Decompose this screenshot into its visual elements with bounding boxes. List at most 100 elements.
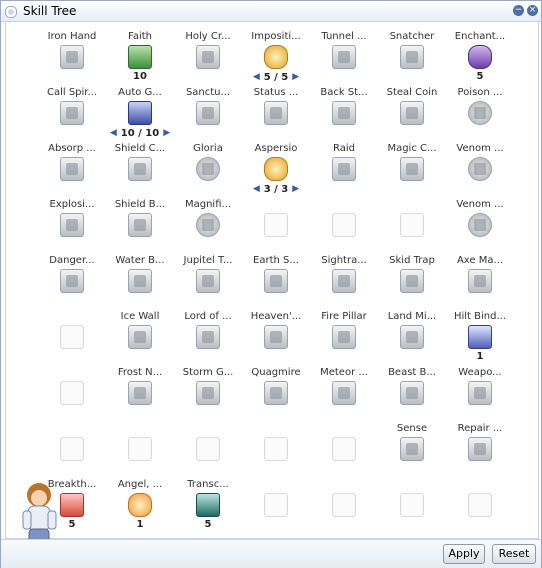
empty-skill-slot[interactable]	[310, 479, 378, 517]
storm-gust-icon[interactable]	[196, 381, 220, 405]
holy-cross-icon[interactable]	[196, 45, 220, 69]
skill-angel[interactable]: Angel, ... 1	[106, 479, 174, 531]
skill-status-recovery[interactable]: Status ...	[242, 87, 310, 125]
decrease-level-icon[interactable]: ◀	[253, 183, 260, 195]
empty-slot-icon[interactable]	[196, 437, 220, 461]
skill-repair-weapon[interactable]: Repair ...	[446, 423, 514, 461]
empty-slot-icon[interactable]	[264, 493, 288, 517]
empty-slot-icon[interactable]	[264, 213, 288, 237]
aspersio-icon[interactable]	[264, 157, 288, 181]
skill-skid-trap[interactable]: Skid Trap	[378, 255, 446, 293]
empty-skill-slot[interactable]	[106, 423, 174, 461]
skill-transcendence[interactable]: Transc... 5	[174, 479, 242, 531]
earth-spike-icon[interactable]	[264, 269, 288, 293]
skill-raid[interactable]: Raid	[310, 143, 378, 181]
steal-coin-icon[interactable]	[400, 101, 424, 125]
skill-lord-of-vermilion[interactable]: Lord of ...	[174, 311, 242, 349]
skill-magic-crasher[interactable]: Magic C...	[378, 143, 446, 181]
sense-icon[interactable]	[400, 437, 424, 461]
empty-slot-icon[interactable]	[332, 437, 356, 461]
skill-faith[interactable]: Faith 10	[106, 31, 174, 83]
empty-skill-slot[interactable]	[310, 199, 378, 237]
frost-nova-icon[interactable]	[128, 381, 152, 405]
jupitel-thunder-icon[interactable]	[196, 269, 220, 293]
land-mine-icon[interactable]	[400, 325, 424, 349]
empty-slot-icon[interactable]	[332, 493, 356, 517]
absorb-icon[interactable]	[60, 157, 84, 181]
venom-icon[interactable]	[468, 157, 492, 181]
skill-storm-gust[interactable]: Storm G...	[174, 367, 242, 405]
skill-heavens-drive[interactable]: Heaven'...	[242, 311, 310, 349]
shield-charge-icon[interactable]	[128, 157, 152, 181]
fist-icon[interactable]	[60, 45, 84, 69]
empty-skill-slot[interactable]	[242, 423, 310, 461]
weapon-perfection-icon[interactable]	[468, 381, 492, 405]
minimize-icon[interactable]: −	[513, 5, 524, 16]
empty-slot-icon[interactable]	[128, 437, 152, 461]
heavens-drive-icon[interactable]	[264, 325, 288, 349]
empty-skill-slot[interactable]	[446, 479, 514, 517]
empty-skill-slot[interactable]	[174, 423, 242, 461]
empty-slot-icon[interactable]	[60, 381, 84, 405]
venom-splasher-icon[interactable]	[468, 213, 492, 237]
skid-trap-icon[interactable]	[400, 269, 424, 293]
skill-holy-cross[interactable]: Holy Cr...	[174, 31, 242, 69]
auto-guard-icon[interactable]	[128, 101, 152, 125]
skill-water-ball[interactable]: Water B...	[106, 255, 174, 293]
skill-beast-bane[interactable]: Beast B...	[378, 367, 446, 405]
skill-steal-coin[interactable]: Steal Coin	[378, 87, 446, 125]
empty-slot-icon[interactable]	[60, 437, 84, 461]
skill-poison[interactable]: Poison ...	[446, 87, 514, 125]
call-spirit-icon[interactable]	[60, 101, 84, 125]
skill-fire-pillar[interactable]: Fire Pillar	[310, 311, 378, 349]
title-bar[interactable]: Skill Tree − ×	[1, 1, 541, 22]
skill-earth-spike[interactable]: Earth S...	[242, 255, 310, 293]
skill-hilt-binding[interactable]: Hilt Bind... 1	[446, 311, 514, 363]
empty-skill-slot[interactable]	[242, 199, 310, 237]
skill-sense[interactable]: Sense	[378, 423, 446, 461]
imposition-icon[interactable]	[264, 45, 288, 69]
skill-tunnel-drive[interactable]: Tunnel ...	[310, 31, 378, 69]
skill-enchant[interactable]: Enchant... 5	[446, 31, 514, 83]
skill-jupitel-thunder[interactable]: Jupitel T...	[174, 255, 242, 293]
empty-skill-slot[interactable]	[38, 423, 106, 461]
skill-back-stab[interactable]: Back St...	[310, 87, 378, 125]
skill-aspersio[interactable]: Aspersio ◀ 3 / 3 ▶	[242, 143, 310, 195]
sightrasher-icon[interactable]	[332, 269, 356, 293]
skill-frost-nova[interactable]: Frost N...	[106, 367, 174, 405]
skill-quagmire[interactable]: Quagmire	[242, 367, 310, 405]
close-icon[interactable]: ×	[527, 5, 538, 16]
reset-button[interactable]: Reset	[492, 544, 536, 564]
skill-imposition[interactable]: Impositi... ◀ 5 / 5 ▶	[242, 31, 310, 83]
quagmire-icon[interactable]	[264, 381, 288, 405]
skill-sanctuary[interactable]: Sanctu...	[174, 87, 242, 125]
empty-skill-slot[interactable]	[310, 423, 378, 461]
raid-icon[interactable]	[332, 157, 356, 181]
skill-auto-guard[interactable]: Auto G... ◀ 10 / 10 ▶	[106, 87, 174, 139]
empty-skill-slot[interactable]	[378, 479, 446, 517]
skill-fist[interactable]: Iron Hand	[38, 31, 106, 69]
skill-venom-splasher[interactable]: Venom ...	[446, 199, 514, 237]
empty-slot-icon[interactable]	[264, 437, 288, 461]
lord-of-vermilion-icon[interactable]	[196, 325, 220, 349]
repair-weapon-icon[interactable]	[468, 437, 492, 461]
skill-absorb[interactable]: Absorp ...	[38, 143, 106, 181]
shield-boomerang-icon[interactable]	[128, 213, 152, 237]
magnificat-icon[interactable]	[196, 213, 220, 237]
magic-crasher-icon[interactable]	[400, 157, 424, 181]
skill-shield-charge[interactable]: Shield C...	[106, 143, 174, 181]
skill-sightrasher[interactable]: Sightra...	[310, 255, 378, 293]
skill-weapon-perfection[interactable]: Weapo...	[446, 367, 514, 405]
hilt-binding-icon[interactable]	[468, 325, 492, 349]
skill-danger[interactable]: Danger...	[38, 255, 106, 293]
tunnel-drive-icon[interactable]	[332, 45, 356, 69]
increase-level-icon[interactable]: ▶	[163, 127, 170, 139]
decrease-level-icon[interactable]: ◀	[253, 71, 260, 83]
snatcher-icon[interactable]	[400, 45, 424, 69]
apply-button[interactable]: Apply	[443, 544, 485, 564]
axe-mastery-icon[interactable]	[468, 269, 492, 293]
skill-shield-boomerang[interactable]: Shield B...	[106, 199, 174, 237]
water-ball-icon[interactable]	[128, 269, 152, 293]
skill-snatcher[interactable]: Snatcher	[378, 31, 446, 69]
danger-icon[interactable]	[60, 269, 84, 293]
